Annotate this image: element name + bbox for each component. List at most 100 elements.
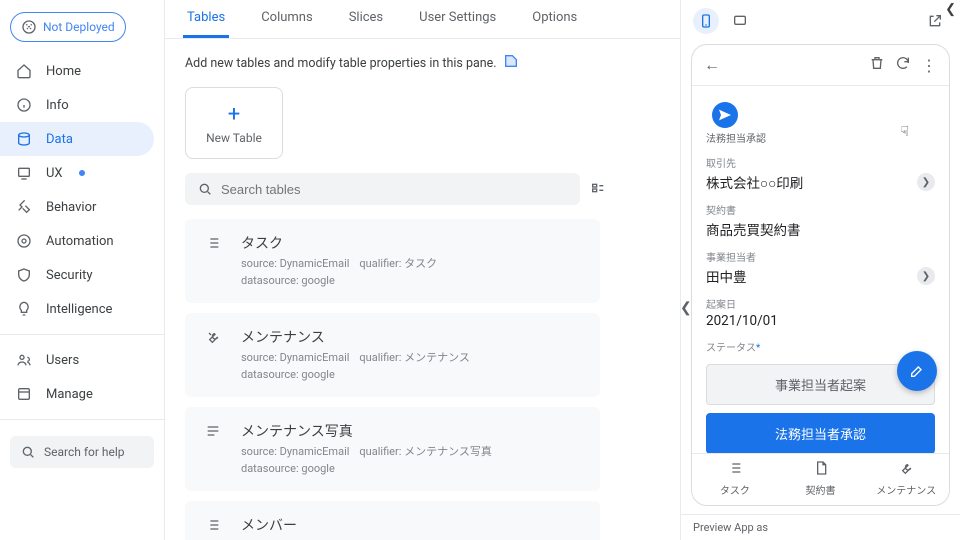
- status-avatar-icon: [712, 102, 738, 128]
- table-search[interactable]: [185, 173, 580, 205]
- table-card[interactable]: タスク source: DynamicEmailqualifier: タスクdat…: [185, 219, 600, 303]
- field-label: 契約書: [706, 202, 935, 217]
- table-title: タスク: [241, 233, 584, 253]
- tab-slices[interactable]: Slices: [345, 10, 387, 38]
- sidebar-item-label: UX: [46, 166, 63, 181]
- divider: [0, 334, 164, 335]
- sidebar-item-security[interactable]: Security: [0, 258, 164, 292]
- field-label: 取引先: [706, 155, 935, 170]
- chevron-right-icon[interactable]: ❯: [917, 267, 935, 285]
- new-table-button[interactable]: + New Table: [185, 87, 283, 159]
- sidebar-item-label: Data: [46, 132, 73, 147]
- table-title: メンバー: [241, 515, 584, 535]
- field-value: 株式会社○○印刷: [706, 172, 803, 192]
- sidebar-item-behavior[interactable]: Behavior: [0, 190, 164, 224]
- phone-frame: ← ⋮ ☟ 法務担当承認 取引先株式会社○○印刷❯契約書商品売買契約書事業担当者…: [691, 44, 950, 506]
- detail-field[interactable]: 取引先株式会社○○印刷 ❯: [706, 155, 935, 192]
- status-primary-button[interactable]: 法務担当者承認: [706, 413, 935, 453]
- tab-tables[interactable]: Tables: [183, 10, 229, 38]
- table-search-input[interactable]: [221, 182, 568, 197]
- device-mobile-button[interactable]: [693, 8, 719, 34]
- table-meta: source: DynamicEmailqualifier: タスクdataso…: [241, 256, 584, 289]
- detail-field: 契約書商品売買契約書: [706, 202, 935, 239]
- info-icon: [16, 97, 32, 113]
- detail-field: 起案日 2021/10/01: [706, 296, 935, 329]
- table-card[interactable]: メンテナンス写真 source: DynamicEmailqualifier: メ…: [185, 407, 600, 491]
- sidebar-item-label: Intelligence: [46, 302, 112, 317]
- preview-header: ← ⋮: [692, 45, 949, 86]
- field-value: 2021/10/01: [706, 313, 778, 329]
- indicator-dot: [79, 170, 85, 176]
- view-toggle-icon[interactable]: [590, 181, 606, 197]
- more-icon[interactable]: ⋮: [921, 56, 937, 75]
- preview-tab-contract[interactable]: 契約書: [778, 454, 864, 505]
- edit-fab[interactable]: [897, 351, 937, 391]
- table-card[interactable]: メンバーsource: DynamicEmailqualifier: メンバーd…: [185, 501, 600, 540]
- status-field-label: ステータス*: [706, 339, 935, 354]
- search-icon: [197, 181, 213, 197]
- home-icon: [16, 63, 32, 79]
- sidebar-item-ux[interactable]: UX: [0, 156, 164, 190]
- main-area: Tables Columns Slices User Settings Opti…: [165, 0, 680, 540]
- plus-icon: +: [228, 102, 240, 127]
- table-meta: source: DynamicEmailqualifier: メンテナンス写真d…: [241, 444, 584, 477]
- panel-collapse-chevron[interactable]: ❮: [680, 300, 692, 316]
- manage-icon: [16, 386, 32, 402]
- field-label: 事業担当者: [706, 249, 935, 264]
- sidebar-item-label: Behavior: [46, 200, 96, 215]
- wrench-icon: [863, 460, 949, 480]
- divider: [0, 419, 164, 420]
- shield-icon: [16, 267, 32, 283]
- preview-tab-task[interactable]: タスク: [692, 454, 778, 505]
- table-meta: source: DynamicEmailqualifier: メンテナンスdat…: [241, 350, 584, 383]
- table-type-icon: [201, 421, 225, 439]
- help-search[interactable]: Search for help: [10, 436, 154, 468]
- help-search-placeholder: Search for help: [44, 445, 125, 459]
- ux-icon: [16, 165, 32, 181]
- table-search-row: [185, 173, 660, 205]
- delete-icon[interactable]: [869, 55, 885, 75]
- table-list: タスク source: DynamicEmailqualifier: タスクdat…: [185, 219, 600, 540]
- table-title: メンテナンス: [241, 327, 584, 347]
- deploy-status-badge[interactable]: Not Deployed: [10, 12, 126, 42]
- deploy-status-text: Not Deployed: [43, 20, 115, 34]
- chevron-right-icon[interactable]: ❯: [917, 173, 935, 191]
- sidebar-item-label: Info: [46, 98, 69, 113]
- refresh-icon[interactable]: [895, 55, 911, 75]
- collapse-icon[interactable]: ❮: [943, 0, 958, 19]
- help-text: Add new tables and modify table properti…: [185, 56, 497, 71]
- sidebar-item-intelligence[interactable]: Intelligence: [0, 292, 164, 326]
- preview-tab-maintenance[interactable]: メンテナンス: [863, 454, 949, 505]
- preview-body: ☟ 法務担当承認 取引先株式会社○○印刷❯契約書商品売買契約書事業担当者田中豊❯…: [692, 86, 949, 453]
- detail-field[interactable]: 事業担当者田中豊 ❯: [706, 249, 935, 286]
- device-tablet-button[interactable]: [727, 8, 753, 34]
- new-table-label: New Table: [206, 131, 262, 145]
- behavior-icon: [16, 199, 32, 215]
- sidebar-item-users[interactable]: Users: [0, 343, 164, 377]
- sidebar-item-info[interactable]: Info: [0, 88, 164, 122]
- device-toolbar: [681, 0, 960, 42]
- sidebar-item-home[interactable]: Home: [0, 54, 164, 88]
- back-icon[interactable]: ←: [704, 55, 720, 75]
- sidebar-item-data[interactable]: Data: [0, 122, 154, 156]
- sidebar-item-label: Users: [46, 353, 79, 368]
- table-card[interactable]: メンテナンス source: DynamicEmailqualifier: メンテ…: [185, 313, 600, 397]
- list-icon: [692, 460, 778, 480]
- table-title: メンテナンス写真: [241, 421, 584, 441]
- table-type-icon: [201, 515, 225, 533]
- sidebar: Not Deployed Home Info Data UX Behavior …: [0, 0, 165, 540]
- sidebar-item-label: Automation: [46, 234, 114, 249]
- sidebar-item-manage[interactable]: Manage: [0, 377, 164, 411]
- field-label: 起案日: [706, 296, 935, 311]
- table-type-icon: [201, 327, 225, 345]
- sidebar-item-label: Security: [46, 268, 93, 283]
- field-value: 田中豊: [706, 266, 747, 286]
- help-doc-icon[interactable]: [503, 53, 519, 73]
- sidebar-item-automation[interactable]: Automation: [0, 224, 164, 258]
- table-type-icon: [201, 233, 225, 251]
- cursor-icon: ☟: [900, 124, 909, 140]
- tab-columns[interactable]: Columns: [257, 10, 317, 38]
- preview-panel: ❮ ← ⋮: [680, 0, 960, 540]
- tab-options[interactable]: Options: [528, 10, 581, 38]
- tab-user-settings[interactable]: User Settings: [415, 10, 500, 38]
